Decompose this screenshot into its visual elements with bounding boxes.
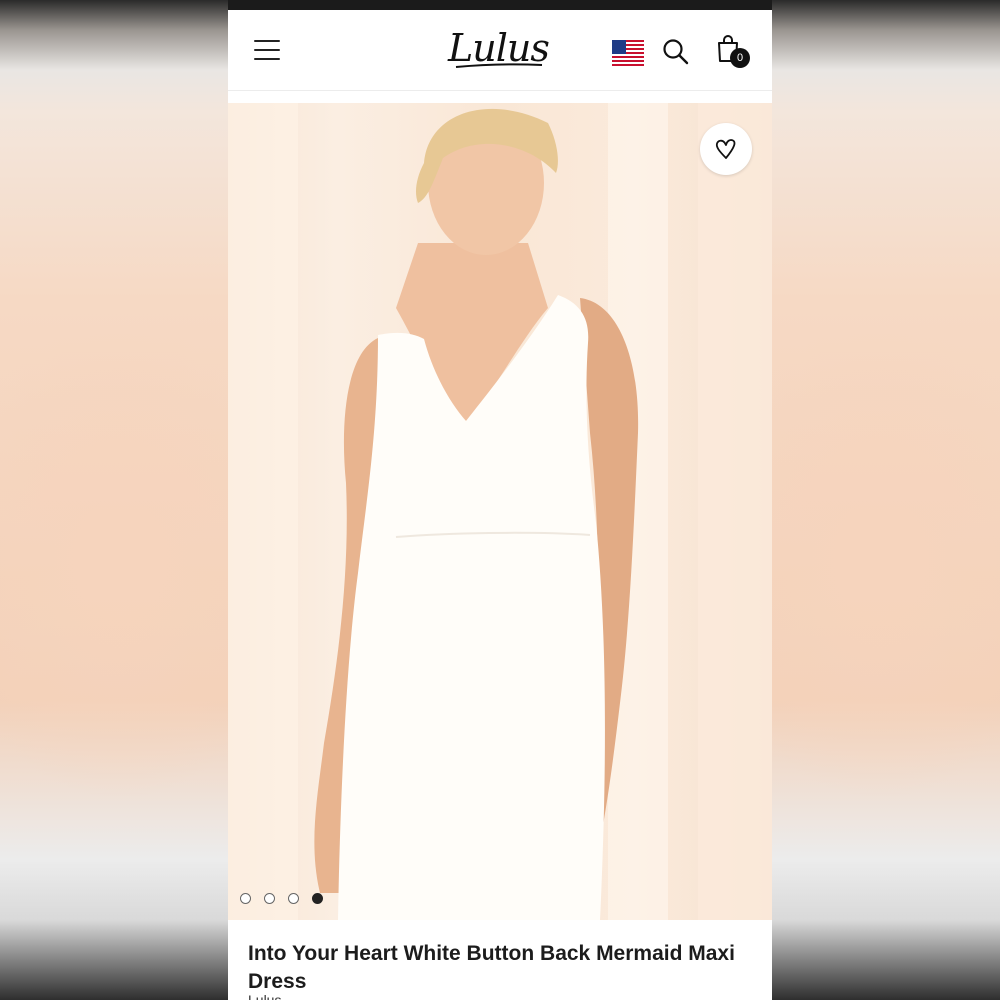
- carousel-dot-4[interactable]: [312, 893, 323, 904]
- carousel-dot-1[interactable]: [240, 893, 251, 904]
- status-bar: [228, 0, 772, 10]
- cart-count-badge[interactable]: 0: [730, 48, 750, 68]
- site-logo[interactable]: Lulus: [448, 24, 552, 72]
- product-brand[interactable]: Lulus: [248, 992, 281, 1000]
- search-icon[interactable]: [662, 38, 690, 66]
- hamburger-menu-icon[interactable]: [254, 40, 280, 60]
- us-flag-icon[interactable]: [612, 40, 644, 66]
- site-header: Lulus 0: [228, 10, 772, 91]
- mobile-page: Lulus 0 Into Your Heart White Button Bac…: [228, 0, 772, 1000]
- product-title: Into Your Heart White Button Back Mermai…: [248, 942, 735, 994]
- carousel-dot-3[interactable]: [288, 893, 299, 904]
- product-image-gallery[interactable]: [228, 103, 772, 920]
- logo-underline: [455, 63, 543, 68]
- favorite-button[interactable]: [700, 123, 752, 175]
- heart-icon: [715, 139, 736, 159]
- product-photo: [228, 103, 772, 920]
- carousel-dot-2[interactable]: [264, 893, 275, 904]
